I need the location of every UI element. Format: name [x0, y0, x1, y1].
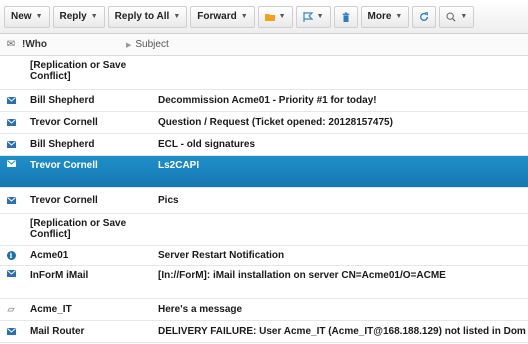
who-column-header[interactable]: !Who	[22, 39, 126, 50]
more-label: More	[367, 11, 392, 22]
subject-column-header[interactable]: ▶ Subject	[126, 39, 528, 50]
message-row[interactable]: [Replication or Save Conflict]	[0, 56, 528, 90]
subject-header-label: Subject	[135, 39, 169, 50]
message-row[interactable]: i Acme01 Server Restart Notification	[0, 246, 528, 266]
folder-icon	[264, 13, 275, 21]
toolbar: New ▼ Reply ▼ Reply to All ▼ Forward ▼ ▼ ▼ M…	[0, 0, 528, 34]
message-row[interactable]: ▱ Acme_IT Here's a message	[0, 299, 528, 321]
envelope-icon	[0, 97, 22, 104]
who-header-label: Who	[25, 39, 47, 50]
message-subject: Question / Request (Ticket opened: 20128…	[158, 117, 393, 128]
message-who: Mail Router	[30, 326, 85, 337]
envelope-icon	[0, 160, 22, 167]
message-who: Acme01	[30, 250, 69, 261]
flag-button[interactable]: ▼	[295, 5, 331, 28]
message-who: [Replication or Save Conflict]	[30, 60, 127, 82]
info-icon: i	[0, 251, 22, 260]
message-subject: Server Restart Notification	[158, 250, 285, 261]
envelope-icon	[0, 197, 22, 204]
reply-all-label: Reply to All	[114, 11, 170, 22]
envelope-icon	[0, 270, 22, 277]
refresh-button[interactable]	[412, 5, 437, 28]
chevron-down-icon: ▼	[460, 13, 468, 20]
sort-arrow-icon: ▶	[126, 42, 132, 49]
message-list: [Replication or Save Conflict] Bill Sheph…	[0, 56, 528, 343]
chevron-down-icon: ▼	[173, 13, 181, 20]
chevron-down-icon: ▼	[316, 13, 324, 20]
reply-all-button[interactable]: Reply to All ▼	[107, 5, 188, 28]
message-subject: ECL - old signatures	[158, 139, 256, 150]
envelope-column-icon[interactable]: ✉	[0, 39, 22, 50]
reply-button[interactable]: Reply ▼	[52, 5, 105, 28]
message-subject: Ls2CAPI	[158, 160, 200, 171]
envelope-icon	[0, 328, 22, 335]
message-row[interactable]: Trevor Cornell Ls2CAPI	[0, 156, 528, 188]
chevron-down-icon: ▼	[90, 13, 98, 20]
message-who: Trevor Cornell	[30, 195, 98, 206]
search-button[interactable]: ▼	[439, 5, 475, 28]
note-icon: ▱	[7, 304, 15, 314]
message-row[interactable]: Trevor Cornell Pics	[0, 188, 528, 214]
chevron-down-icon: ▼	[395, 13, 403, 20]
reply-label: Reply	[59, 11, 87, 22]
message-row[interactable]: Mail Router DELIVERY FAILURE: User Acme_I…	[0, 321, 528, 343]
envelope-icon	[0, 141, 22, 148]
message-subject: [In://ForM]: iMail installation on serve…	[158, 270, 446, 281]
message-subject: DELIVERY FAILURE: User Acme_IT (Acme_IT@…	[158, 326, 526, 337]
more-button[interactable]: More ▼	[360, 5, 410, 28]
column-header: ✉ !Who ▶ Subject	[0, 34, 528, 56]
message-row[interactable]: InForM iMail [In://ForM]: iMail installat…	[0, 266, 528, 299]
message-who: Trevor Cornell	[30, 117, 98, 128]
message-who: [Replication or Save Conflict]	[30, 218, 127, 240]
message-row[interactable]: Bill Shepherd ECL - old signatures	[0, 134, 528, 156]
chevron-down-icon: ▼	[278, 13, 286, 20]
folder-button[interactable]: ▼	[257, 5, 293, 28]
forward-button[interactable]: Forward ▼	[190, 5, 255, 28]
message-row[interactable]: Bill Shepherd Decommission Acme01 - Prior…	[0, 90, 528, 112]
message-row[interactable]: [Replication or Save Conflict]	[0, 214, 528, 246]
delete-button[interactable]	[333, 5, 358, 28]
message-who: Trevor Cornell	[30, 160, 98, 171]
flag-icon	[302, 11, 313, 22]
envelope-icon	[0, 119, 22, 126]
message-who: Bill Shepherd	[30, 139, 95, 150]
trash-icon	[342, 11, 349, 22]
chevron-down-icon: ▼	[240, 13, 248, 20]
message-subject: Here's a message	[158, 304, 243, 315]
forward-label: Forward	[197, 11, 237, 22]
message-subject: Decommission Acme01 - Priority #1 for to…	[158, 95, 377, 106]
chevron-down-icon: ▼	[35, 13, 43, 20]
refresh-icon	[420, 11, 429, 21]
message-row[interactable]: Trevor Cornell Question / Request (Ticket…	[0, 112, 528, 134]
message-who: Acme_IT	[30, 304, 72, 315]
message-who: InForM iMail	[30, 270, 89, 281]
message-who: Bill Shepherd	[30, 95, 95, 106]
search-icon	[446, 12, 456, 22]
new-button[interactable]: New ▼	[4, 5, 50, 28]
message-subject: Pics	[158, 195, 179, 206]
new-label: New	[11, 11, 32, 22]
